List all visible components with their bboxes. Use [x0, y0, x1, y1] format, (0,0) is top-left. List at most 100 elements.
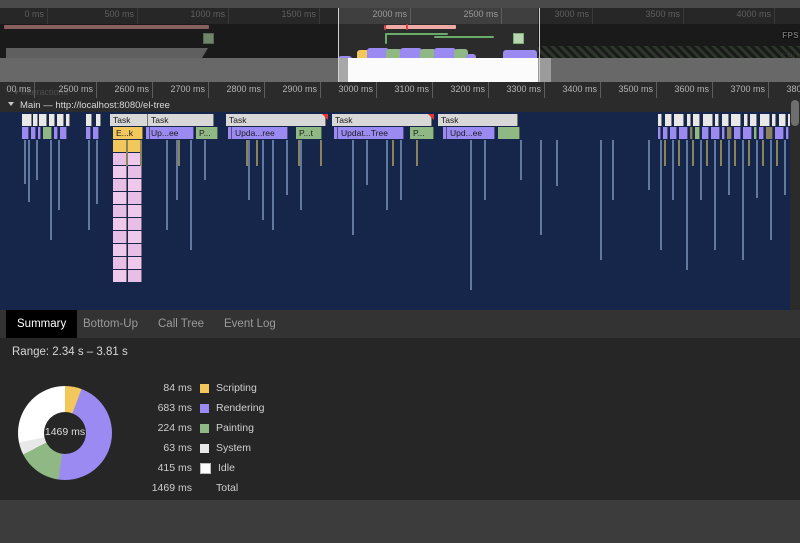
flame-bar-task[interactable] [779, 114, 786, 126]
flame-bar-event[interactable] [734, 127, 741, 139]
warning-triangle-icon[interactable] [428, 114, 434, 120]
filmstrip-frame[interactable] [348, 58, 378, 82]
scrollbar-thumb[interactable] [791, 100, 799, 126]
flame-bar-task[interactable] [665, 114, 672, 126]
tab-event-log[interactable]: Event Log [213, 310, 287, 338]
filmstrip-frame[interactable] [435, 58, 465, 82]
flame-bar-system[interactable] [22, 114, 32, 126]
filmstrip-frame[interactable] [87, 58, 117, 82]
filmstrip-frame[interactable] [783, 58, 800, 82]
flame-bar-task[interactable] [687, 114, 691, 126]
filmstrip-frame[interactable] [319, 58, 349, 82]
flame-bar-event[interactable]: Upda...ree [232, 127, 288, 139]
flame-bar-system[interactable] [39, 114, 47, 126]
flame-bar-event[interactable] [43, 127, 52, 139]
flame-bar-event[interactable] [670, 127, 677, 139]
filmstrip-frame[interactable] [145, 58, 175, 82]
flame-bar-deep-stack[interactable] [113, 257, 127, 269]
flame-bar-task[interactable]: Task [332, 114, 432, 126]
flame-bar-deep-stack[interactable] [113, 205, 127, 217]
filmstrip-frame[interactable] [638, 58, 668, 82]
flame-bar-deep-stack[interactable] [113, 270, 127, 282]
flame-bar-deep-stack[interactable] [113, 140, 127, 152]
flame-bar-deep-stack[interactable] [113, 179, 127, 191]
flame-bar-event[interactable] [443, 127, 447, 139]
flame-bar-task[interactable] [674, 114, 684, 126]
flame-bar-deep-stack[interactable] [128, 231, 142, 243]
flame-bar-event[interactable] [228, 127, 232, 139]
summary-donut-chart[interactable]: 1469 ms [18, 386, 112, 480]
flame-bar-task[interactable]: Task [226, 114, 326, 126]
tab-call-tree[interactable]: Call Tree [147, 310, 215, 338]
filmstrip[interactable] [0, 58, 800, 82]
legend-row[interactable]: 224 msPainting [130, 418, 264, 438]
main-track-header[interactable]: Main — http://localhost:8080/el-tree [0, 98, 790, 112]
flame-bar-event[interactable] [498, 127, 520, 139]
flame-bar-event[interactable]: Updat...Tree [338, 127, 404, 139]
flame-bar-event[interactable] [54, 127, 58, 139]
flame-bar-deep-stack[interactable] [128, 179, 142, 191]
flame-bar-event[interactable] [786, 127, 789, 139]
flame-bar-task[interactable] [722, 114, 729, 126]
filmstrip-frame[interactable] [377, 58, 407, 82]
flame-bar-event[interactable] [766, 127, 773, 139]
flame-bar-event[interactable] [86, 127, 91, 139]
flame-bar-event[interactable] [60, 127, 67, 139]
flame-bar-system[interactable] [33, 114, 38, 126]
flame-bar-event[interactable] [22, 127, 29, 139]
flame-bar-system[interactable] [96, 114, 101, 126]
flame-bar-task[interactable] [731, 114, 741, 126]
legend-row[interactable]: 84 msScripting [130, 378, 264, 398]
flame-bar-event[interactable] [93, 127, 99, 139]
filmstrip-frame[interactable] [551, 58, 581, 82]
flame-bar-event[interactable]: Upd...ee [447, 127, 495, 139]
flame-bar-event[interactable] [31, 127, 36, 139]
filmstrip-frame[interactable] [754, 58, 784, 82]
flame-bar-system[interactable] [66, 114, 70, 126]
flame-bar-event[interactable]: E...k [113, 127, 143, 139]
flame-bar-deep-stack[interactable] [113, 244, 127, 256]
flame-bar-task[interactable] [744, 114, 748, 126]
flame-bar-task[interactable] [658, 114, 662, 126]
filmstrip-frame[interactable] [725, 58, 755, 82]
flame-bar-deep-stack[interactable] [128, 244, 142, 256]
flame-bar-event[interactable] [690, 127, 693, 139]
flame-bar-event[interactable]: Up...ee [148, 127, 194, 139]
flame-bar-event[interactable]: P...t [296, 127, 322, 139]
filmstrip-frame[interactable] [667, 58, 697, 82]
flame-bar-deep-stack[interactable] [128, 205, 142, 217]
flame-bar-deep-stack[interactable] [128, 257, 142, 269]
flame-bar-event[interactable] [727, 127, 732, 139]
warning-triangle-icon[interactable] [322, 114, 328, 120]
flame-bar-event[interactable] [754, 127, 757, 139]
legend-row[interactable]: 63 msSystem [130, 438, 264, 458]
filmstrip-frame[interactable] [290, 58, 320, 82]
flame-bar-event[interactable] [775, 127, 784, 139]
legend-row[interactable]: 683 msRendering [130, 398, 264, 418]
timeline-overview[interactable]: 500 ms1000 ms1500 ms2000 ms2500 ms3000 m… [0, 0, 800, 82]
filmstrip-frame[interactable] [232, 58, 262, 82]
legend-row[interactable]: 415 msIdle [130, 458, 264, 478]
filmstrip-frame[interactable] [464, 58, 494, 82]
flame-bar-event[interactable] [722, 127, 725, 139]
filmstrip-frame[interactable] [261, 58, 291, 82]
flame-bar-event[interactable] [658, 127, 661, 139]
flame-bar-task[interactable] [772, 114, 776, 126]
flame-bar-deep-stack[interactable] [113, 166, 127, 178]
filmstrip-frame[interactable] [174, 58, 204, 82]
details-tab-bar[interactable]: SummaryBottom-UpCall TreeEvent Log [0, 310, 800, 339]
flame-bar-task[interactable] [750, 114, 757, 126]
flame-bar-task[interactable]: Task [438, 114, 518, 126]
filmstrip-frame[interactable] [522, 58, 552, 82]
flame-bar-event[interactable] [743, 127, 752, 139]
flame-bar-system[interactable] [57, 114, 64, 126]
flame-bar-event[interactable] [146, 127, 150, 139]
main-thread-flame-chart[interactable]: Main — http://localhost:8080/el-tree Tas… [0, 98, 790, 310]
filmstrip-frame[interactable] [203, 58, 233, 82]
flame-bar-task[interactable] [703, 114, 713, 126]
filmstrip-frame[interactable] [406, 58, 436, 82]
flame-bar-task[interactable]: Task [110, 114, 148, 126]
flame-bar-event[interactable] [702, 127, 709, 139]
flame-bar-deep-stack[interactable] [128, 166, 142, 178]
filmstrip-frame[interactable] [609, 58, 639, 82]
